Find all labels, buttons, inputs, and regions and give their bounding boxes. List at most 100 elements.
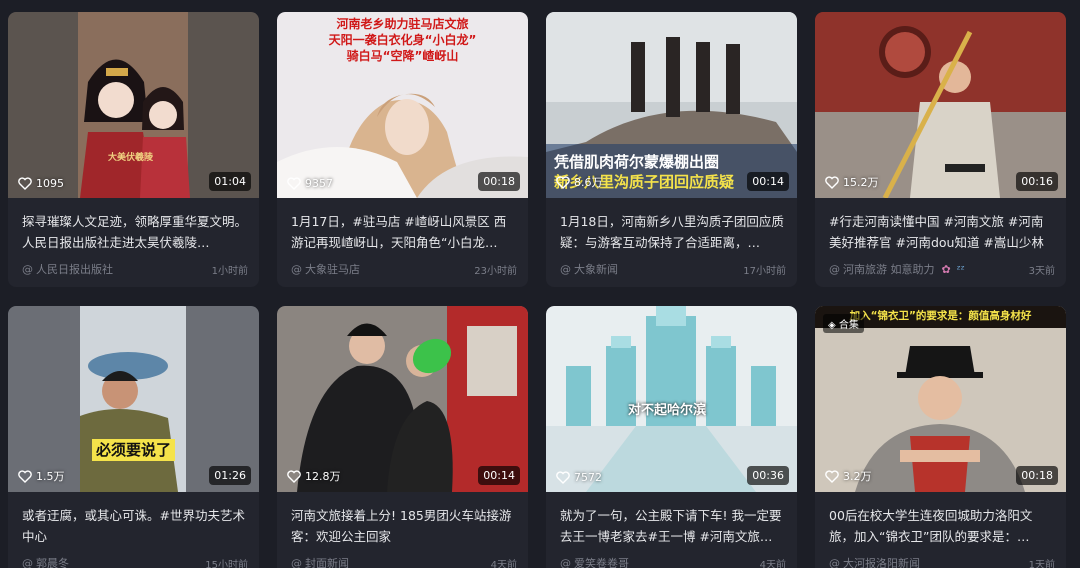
heart-icon <box>18 469 32 483</box>
author-name: 人民日报出版社 <box>36 263 113 276</box>
author[interactable]: @ 爱笑卷卷哥 <box>560 555 629 568</box>
author[interactable]: @ 郭晨冬 <box>22 555 69 568</box>
thumbnail-caption: 大美伏羲陵 <box>108 153 154 163</box>
video-duration: 00:14 <box>747 172 789 191</box>
video-thumbnail[interactable]: 河南老乡助力驻马店文旅 天阳一袭白衣化身“小白龙” 骑白马“空降”嵖岈山 935… <box>277 12 528 198</box>
post-time: 17小时前 <box>743 265 786 277</box>
video-card[interactable]: 必须要说了 1.5万 01:26 或者迂腐，或其心可诛。#世界功夫艺术中心 @ 郭… <box>8 306 259 568</box>
author-name: 封面新闻 <box>305 557 349 568</box>
author-name: 大象新闻 <box>574 263 618 276</box>
like-count: 1.5万 <box>18 468 65 484</box>
heart-icon <box>556 175 570 189</box>
thumbnail-image <box>8 306 259 492</box>
video-meta: @ 封面新闻 4天前 <box>291 555 517 568</box>
video-duration: 00:18 <box>478 172 520 191</box>
like-count: 7572 <box>556 471 602 484</box>
layers-icon: ◈ <box>828 320 839 331</box>
like-count: 15.2万 <box>825 174 879 190</box>
video-title[interactable]: 河南文旅接着上分! 185男团火车站接游客：欢迎公主回家 <box>291 505 517 547</box>
post-time: 1天前 <box>1028 559 1055 568</box>
video-meta: @ 郭晨冬 15小时前 <box>22 555 248 568</box>
video-duration: 01:26 <box>209 466 251 485</box>
at-icon: @ <box>22 556 33 568</box>
like-count: 12.8万 <box>287 468 341 484</box>
video-duration: 01:04 <box>209 172 251 191</box>
video-thumbnail[interactable]: 大美伏羲陵 1095 01:04 <box>8 12 259 198</box>
author-name: 河南旅游 如意助力 <box>843 263 935 276</box>
like-count-value: 12.8万 <box>305 470 341 483</box>
like-count-value: 7572 <box>574 471 602 484</box>
flower-icon: ✿ <box>941 262 951 276</box>
video-card[interactable]: 对不起哈尔滨 7572 00:36 就为了一句，公主殿下请下车! 我一定要去王一… <box>546 306 797 568</box>
thumbnail-image <box>277 306 528 492</box>
video-title[interactable]: 探寻璀璨人文足迹，领略厚重华夏文明。人民日报出版社走进太昊伏羲陵… <box>22 211 248 253</box>
heart-icon <box>825 175 839 189</box>
like-count: 8.6万 <box>556 174 603 190</box>
like-count-value: 8.6万 <box>574 176 603 189</box>
video-card[interactable]: 加入“锦衣卫”的要求是：颜值高身材好 ◈ 合集 3.2万 00:18 00后在校… <box>815 306 1066 568</box>
at-icon: @ <box>291 556 302 568</box>
video-thumbnail[interactable]: 15.2万 00:16 <box>815 12 1066 198</box>
author[interactable]: @ 大象驻马店 <box>291 261 360 277</box>
like-count: 3.2万 <box>825 468 872 484</box>
video-thumbnail[interactable]: 加入“锦衣卫”的要求是：颜值高身材好 ◈ 合集 3.2万 00:18 <box>815 306 1066 492</box>
video-title[interactable]: #行走河南读懂中国 #河南文旅 #河南美好推荐官 #河南dou知道 #嵩山少林寺 <box>829 211 1055 253</box>
video-duration: 00:16 <box>1016 172 1058 191</box>
at-icon: @ <box>829 262 840 276</box>
thumbnail-caption: 必须要说了 <box>92 439 176 462</box>
at-icon: @ <box>829 556 840 568</box>
like-count-value: 1.5万 <box>36 470 65 483</box>
at-icon: @ <box>560 556 571 568</box>
video-card[interactable]: 河南老乡助力驻马店文旅 天阳一袭白衣化身“小白龙” 骑白马“空降”嵖岈山 935… <box>277 12 528 287</box>
thumbnail-caption: 对不起哈尔滨 <box>628 403 707 418</box>
post-time: 4天前 <box>490 559 517 568</box>
video-card[interactable]: 大美伏羲陵 1095 01:04 探寻璀璨人文足迹，领略厚重华夏文明。人民日报出… <box>8 12 259 287</box>
at-icon: @ <box>560 262 571 276</box>
like-count-value: 1095 <box>36 177 64 190</box>
video-card[interactable]: 12.8万 00:14 河南文旅接着上分! 185男团火车站接游客：欢迎公主回家… <box>277 306 528 568</box>
like-count-value: 15.2万 <box>843 176 879 189</box>
author[interactable]: @ 人民日报出版社 <box>22 261 113 277</box>
thumbnail-caption-line: 骑白马“空降”嵖岈山 <box>346 49 459 64</box>
like-count: 9357 <box>287 177 333 190</box>
thumbnail-image <box>815 306 1066 492</box>
author[interactable]: @ 大河报洛阳新闻 <box>829 555 920 568</box>
video-card[interactable]: 15.2万 00:16 #行走河南读懂中国 #河南文旅 #河南美好推荐官 #河南… <box>815 12 1066 287</box>
heart-icon <box>825 469 839 483</box>
author-name: 郭晨冬 <box>36 557 69 568</box>
video-duration: 00:14 <box>478 466 520 485</box>
at-icon: @ <box>291 262 302 276</box>
video-title[interactable]: 00后在校大学生连夜回城助力洛阳文旅，加入“锦衣卫”团队的要求是：… <box>829 505 1055 547</box>
at-icon: @ <box>22 262 33 276</box>
video-meta: @ 大河报洛阳新闻 1天前 <box>829 555 1055 568</box>
author[interactable]: @ 大象新闻 <box>560 261 618 277</box>
video-thumbnail[interactable]: 对不起哈尔滨 7572 00:36 <box>546 306 797 492</box>
like-count-value: 9357 <box>305 177 333 190</box>
video-thumbnail[interactable]: 必须要说了 1.5万 01:26 <box>8 306 259 492</box>
video-thumbnail[interactable]: 凭借肌肉荷尔蒙爆棚出圈 新乡八里沟质子团回应质疑 8.6万 00:14 <box>546 12 797 198</box>
author[interactable]: @ 河南旅游 如意助力 ✿ ᶻᶻ <box>829 261 965 277</box>
video-title[interactable]: 1月17日，#驻马店 #嵖岈山风景区 西游记再现嵖岈山，天阳角色“小白龙… <box>291 211 517 253</box>
author[interactable]: @ 封面新闻 <box>291 555 349 568</box>
author-name: 大象驻马店 <box>305 263 360 276</box>
like-count-value: 3.2万 <box>843 470 872 483</box>
video-meta: @ 爱笑卷卷哥 4天前 <box>560 555 786 568</box>
post-time: 15小时前 <box>205 559 248 568</box>
collection-badge-label: 合集 <box>838 320 859 331</box>
thumbnail-image <box>8 12 259 198</box>
author-name: 爱笑卷卷哥 <box>574 557 629 568</box>
post-time: 23小时前 <box>474 265 517 277</box>
video-title[interactable]: 1月18日，河南新乡八里沟质子团回应质疑：与游客互动保持了合适距离，… <box>560 211 786 253</box>
post-time: 3天前 <box>1028 265 1055 277</box>
thumbnail-caption-line: 天阳一袭白衣化身“小白龙” <box>328 33 477 48</box>
video-title[interactable]: 或者迂腐，或其心可诛。#世界功夫艺术中心 <box>22 505 248 547</box>
video-duration: 00:18 <box>1016 466 1058 485</box>
thumbnail-image <box>815 12 1066 198</box>
video-meta: @ 人民日报出版社 1小时前 <box>22 261 248 277</box>
video-thumbnail[interactable]: 12.8万 00:14 <box>277 306 528 492</box>
like-count: 1095 <box>18 177 64 190</box>
video-title[interactable]: 就为了一句，公主殿下请下车! 我一定要去王一博老家去#王一博 #河南文旅… <box>560 505 786 547</box>
heart-icon <box>556 471 570 484</box>
video-card[interactable]: 凭借肌肉荷尔蒙爆棚出圈 新乡八里沟质子团回应质疑 8.6万 00:14 1月18… <box>546 12 797 287</box>
video-meta: @ 大象驻马店 23小时前 <box>291 261 517 277</box>
